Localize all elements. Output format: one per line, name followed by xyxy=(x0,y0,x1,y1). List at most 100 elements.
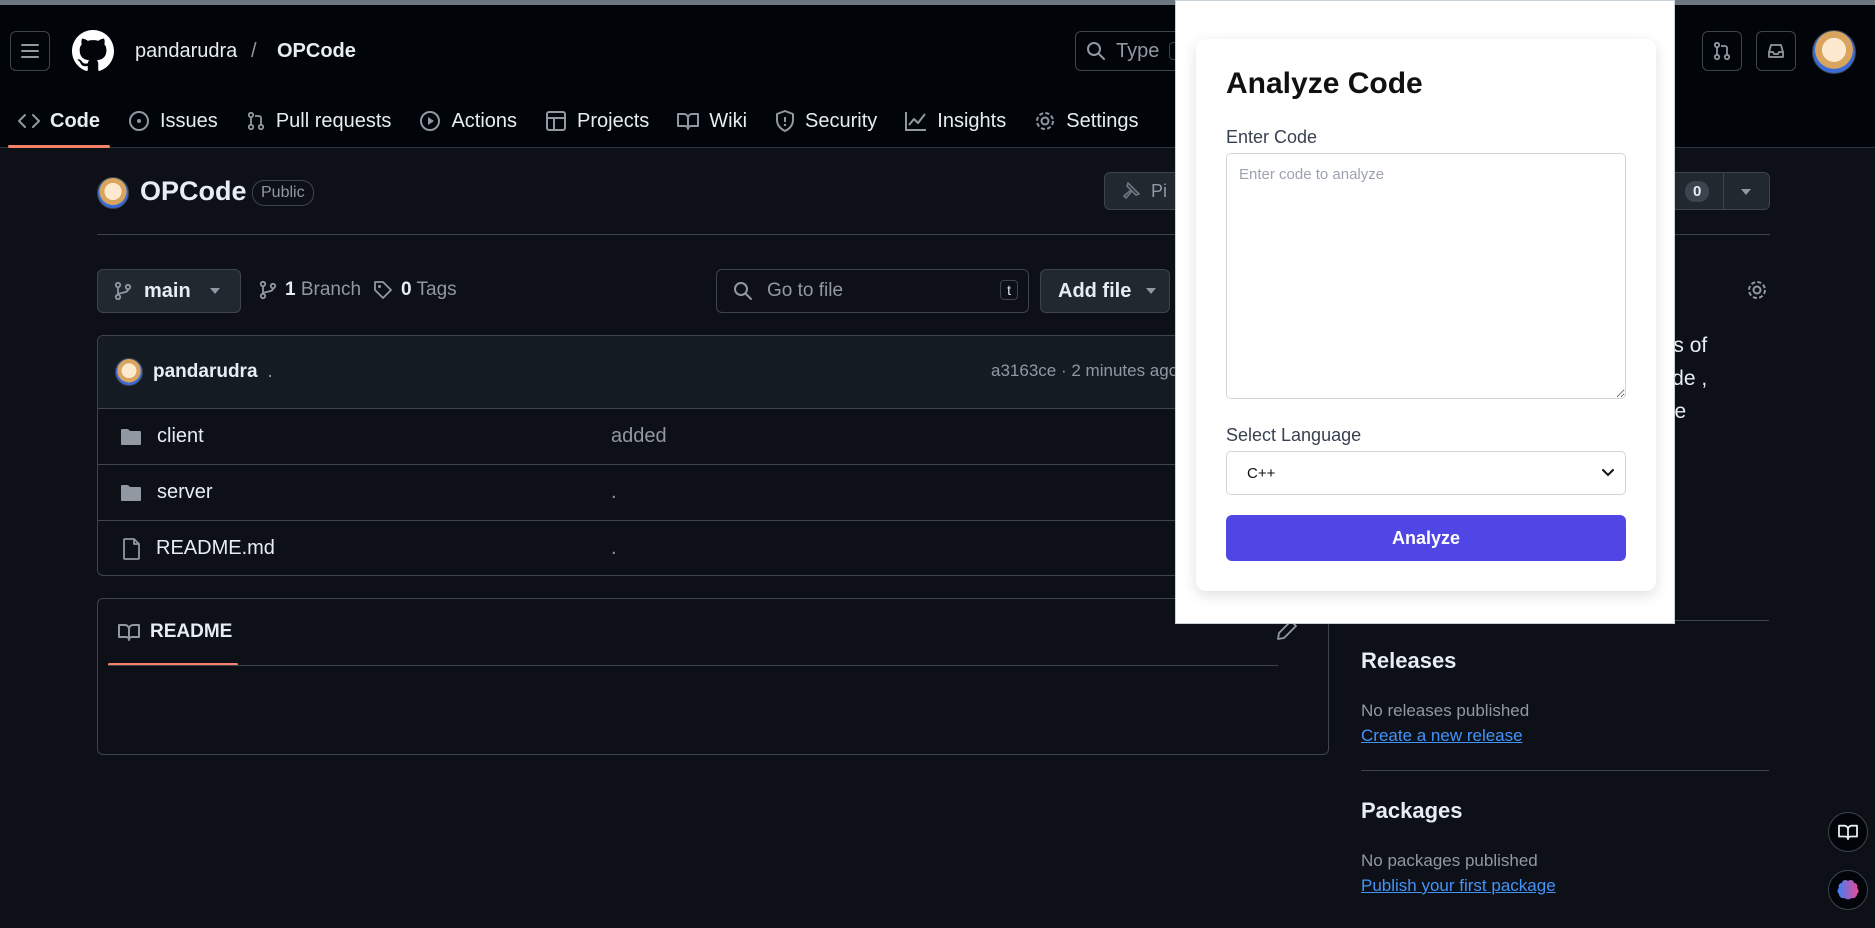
packages-text: No packages published xyxy=(1361,851,1538,870)
gear-icon xyxy=(1034,110,1056,132)
file-table: pandarudra . a3163ce · 2 minutes ago cli… xyxy=(97,335,1329,576)
play-icon xyxy=(419,110,441,132)
go-to-file-input[interactable]: Go to file t xyxy=(716,269,1029,313)
issue-icon xyxy=(128,110,150,132)
readme-panel: README xyxy=(97,598,1329,755)
graph-icon xyxy=(905,111,927,131)
file-icon xyxy=(123,537,141,560)
latest-commit-bar: pandarudra . a3163ce · 2 minutes ago xyxy=(98,336,1328,408)
tab-projects[interactable]: Projects xyxy=(535,94,659,148)
tag-label: Tags xyxy=(416,279,457,300)
tags-link[interactable]: 0 Tags xyxy=(373,279,457,301)
code-icon xyxy=(18,112,40,130)
file-name[interactable]: README.md xyxy=(156,537,275,560)
file-name[interactable]: client xyxy=(157,425,204,448)
analyze-card: Analyze Code Enter Code Select Language … xyxy=(1196,39,1656,591)
tab-actions[interactable]: Actions xyxy=(409,94,527,148)
menu-button[interactable] xyxy=(10,31,50,71)
github-logo-icon[interactable] xyxy=(72,30,114,72)
table-row[interactable]: client added xyxy=(98,408,1328,464)
code-field-label: Enter Code xyxy=(1226,127,1318,147)
releases-text: No releases published xyxy=(1361,701,1530,720)
add-file-button[interactable]: Add file xyxy=(1040,269,1170,313)
branch-label: Branch xyxy=(300,279,362,300)
branch-icon xyxy=(114,281,132,301)
book-icon xyxy=(118,622,140,642)
breadcrumb-owner[interactable]: pandarudra xyxy=(135,40,237,63)
commit-sha[interactable]: a3163ce xyxy=(991,361,1056,380)
shortcut-key-badge: t xyxy=(1000,280,1018,300)
analyze-button-label: Analyze xyxy=(1391,527,1461,548)
publish-package-link[interactable]: Publish your first package xyxy=(1361,876,1556,896)
book-icon xyxy=(677,111,700,131)
tab-wiki[interactable]: Wiki xyxy=(667,94,757,148)
caret-down-icon[interactable] xyxy=(1740,188,1752,196)
repo-title[interactable]: OPCode xyxy=(140,176,247,207)
branch-selector[interactable]: main xyxy=(97,269,241,313)
tab-pull-requests[interactable]: Pull requests xyxy=(236,94,402,148)
pull-request-icon xyxy=(1712,41,1732,61)
caret-down-icon xyxy=(209,287,221,295)
packages-title[interactable]: Packages xyxy=(1361,798,1463,824)
file-commit-message[interactable]: added xyxy=(611,425,667,448)
table-row[interactable]: README.md . xyxy=(98,520,1328,575)
tab-label: Actions xyxy=(451,109,518,132)
chevron-down-icon xyxy=(1601,468,1615,478)
visibility-badge: Public xyxy=(252,180,314,206)
readme-tab-label: README xyxy=(150,621,233,642)
tag-count: 0 xyxy=(401,279,412,300)
tag-icon xyxy=(373,280,393,300)
user-avatar[interactable] xyxy=(1812,30,1856,74)
tab-label: Security xyxy=(805,109,878,132)
branch-count: 1 xyxy=(285,279,296,300)
side-panel-button[interactable] xyxy=(1828,812,1868,852)
caret-down-icon xyxy=(1145,287,1157,295)
file-name[interactable]: server xyxy=(157,481,213,504)
tab-issues[interactable]: Issues xyxy=(118,94,228,148)
readme-tab[interactable]: README xyxy=(108,599,238,666)
tab-settings[interactable]: Settings xyxy=(1024,94,1148,148)
file-commit-message[interactable]: . xyxy=(611,537,617,560)
tab-label: Pull requests xyxy=(275,109,392,132)
breadcrumb-separator: / xyxy=(251,40,257,62)
folder-icon xyxy=(120,428,142,446)
analyze-button[interactable]: Analyze xyxy=(1226,515,1626,561)
table-row[interactable]: server . xyxy=(98,464,1328,520)
create-release-link[interactable]: Create a new release xyxy=(1361,726,1523,746)
commit-time: 2 minutes ago xyxy=(1071,361,1179,380)
code-textarea[interactable] xyxy=(1226,153,1626,399)
inbox-icon xyxy=(1766,41,1786,61)
language-select[interactable]: C++ xyxy=(1226,451,1626,495)
file-commit-message[interactable]: . xyxy=(611,481,617,504)
branch-name: main xyxy=(144,279,191,302)
pin-button[interactable]: Pi xyxy=(1104,172,1184,210)
inbox-button[interactable] xyxy=(1756,31,1796,71)
commit-author[interactable]: pandarudra xyxy=(153,361,258,383)
hamburger-icon xyxy=(21,43,39,59)
table-icon xyxy=(545,110,567,132)
breadcrumb-repo[interactable]: OPCode xyxy=(277,40,356,63)
pull-requests-button[interactable] xyxy=(1702,31,1742,71)
tab-security[interactable]: Security xyxy=(765,94,887,148)
tab-insights[interactable]: Insights xyxy=(895,94,1016,148)
extension-button[interactable] xyxy=(1828,870,1868,910)
search-icon xyxy=(1086,41,1106,61)
repo-nav: Code Issues Pull requests Actions Projec… xyxy=(0,94,1149,148)
folder-icon xyxy=(120,484,142,502)
star-count: 0 xyxy=(1685,180,1710,202)
tab-label: Code xyxy=(50,109,100,132)
pin-icon xyxy=(1121,181,1141,201)
releases-title[interactable]: Releases xyxy=(1361,648,1456,674)
pin-label: Pi xyxy=(1151,180,1168,201)
go-to-file-placeholder: Go to file xyxy=(767,280,844,301)
commit-message[interactable]: . xyxy=(268,361,273,383)
branches-link[interactable]: 1 Branch xyxy=(259,279,361,301)
tab-label: Wiki xyxy=(709,109,748,132)
commit-author-avatar[interactable] xyxy=(115,358,143,386)
book-icon xyxy=(1838,823,1858,841)
popup-title: Analyze Code xyxy=(1226,67,1423,100)
tab-code[interactable]: Code xyxy=(8,94,110,148)
repo-owner-avatar[interactable] xyxy=(97,177,129,209)
analyze-code-popup: Analyze Code Enter Code Select Language … xyxy=(1175,0,1675,624)
gear-icon[interactable] xyxy=(1746,279,1768,301)
